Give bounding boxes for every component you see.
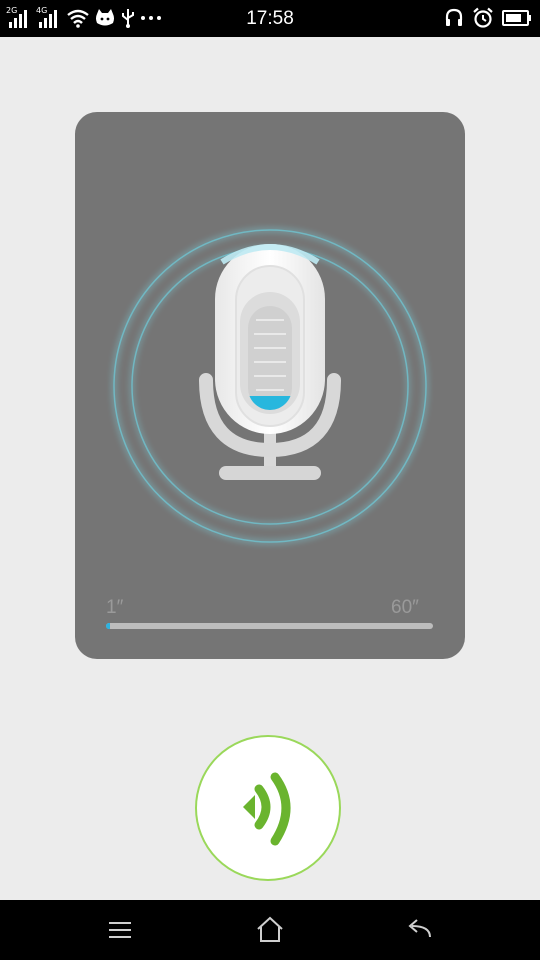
status-icons-right <box>444 6 532 30</box>
status-bar: 2G 4G 17:58 <box>0 0 540 37</box>
max-duration-label: 60″ <box>391 597 419 618</box>
alarm-icon <box>473 7 493 28</box>
speaker-waves-icon <box>243 772 291 846</box>
back-icon[interactable] <box>400 914 440 946</box>
battery-icon <box>502 10 531 26</box>
recording-progress-bar <box>106 623 433 629</box>
home-icon[interactable] <box>250 914 290 946</box>
menu-icon[interactable] <box>100 914 140 946</box>
min-duration-label: 1″ <box>106 597 124 618</box>
recording-panel <box>75 112 465 659</box>
navigation-bar <box>0 900 540 960</box>
voice-play-button[interactable] <box>195 735 341 881</box>
recording-progress-fill <box>106 623 110 629</box>
headset-icon <box>445 8 463 26</box>
